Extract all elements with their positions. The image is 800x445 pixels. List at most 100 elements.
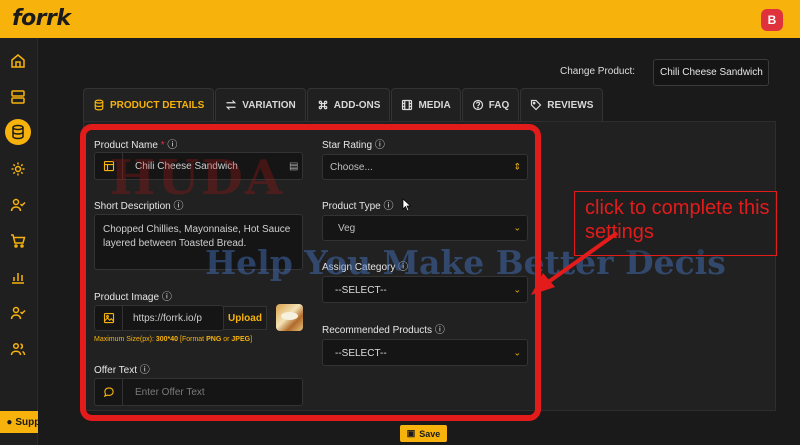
hint-text: [Format xyxy=(180,336,205,343)
label-text: Short Description xyxy=(94,201,171,212)
save-button[interactable]: ▣ Save xyxy=(400,425,447,442)
help-icon: ⓘ xyxy=(167,140,178,151)
assign-category-value: --SELECT-- xyxy=(335,285,387,296)
users-icon xyxy=(10,342,26,356)
product-image-url-value: https://forrk.io/p xyxy=(133,313,202,324)
user-avatar[interactable]: B xyxy=(761,9,783,31)
product-type-value: Veg xyxy=(338,223,356,234)
tab-label: VARIATION xyxy=(242,99,296,111)
hint-text: or xyxy=(223,336,230,343)
tab-add-ons[interactable]: ADD-ONS xyxy=(306,88,391,121)
tab-product-details[interactable]: PRODUCT DETAILS xyxy=(83,88,215,121)
offer-text-input[interactable]: Enter Offer Text xyxy=(94,378,303,406)
user-check-icon xyxy=(10,198,26,212)
help-icon: ⓘ xyxy=(434,325,445,336)
sidebar-item-users[interactable] xyxy=(5,336,31,362)
hint-format: PNG xyxy=(206,336,222,343)
sidebar-item-settings[interactable] xyxy=(5,156,31,182)
help-icon: ⓘ xyxy=(383,201,394,212)
tab-media[interactable]: MEDIA xyxy=(391,88,461,121)
assign-category-label: Assign Category ⓘ xyxy=(322,258,408,273)
mouse-cursor-icon xyxy=(402,198,412,212)
sidebar xyxy=(0,38,38,445)
hint-size: 300*40 xyxy=(155,336,179,343)
image-size-hint: Maximum Size(px): 300*40 [Format PNG or … xyxy=(94,336,252,343)
label-text: Product Image xyxy=(94,292,160,303)
help-icon: ⓘ xyxy=(161,292,172,303)
product-name-value: Chili Cheese Sandwich xyxy=(135,161,238,172)
bar-chart-icon xyxy=(12,273,24,284)
thumbnail-detail xyxy=(281,312,298,320)
sidebar-item-reports[interactable] xyxy=(5,264,31,290)
recommended-products-value: --SELECT-- xyxy=(335,348,387,359)
sidebar-item-cart[interactable] xyxy=(5,228,31,254)
hint-text: ] xyxy=(250,336,253,343)
label-text: Star Rating xyxy=(322,140,373,151)
offer-text-placeholder: Enter Offer Text xyxy=(135,387,205,398)
sidebar-item-server[interactable] xyxy=(5,84,31,110)
question-icon xyxy=(472,99,483,111)
recommended-products-select[interactable]: --SELECT-- ⌄ xyxy=(322,339,528,366)
gear-icon xyxy=(11,162,25,176)
label-text: Recommended Products xyxy=(322,325,433,336)
layout-icon xyxy=(103,160,114,172)
label-text: Product Name xyxy=(94,140,158,151)
label-text: Offer Text xyxy=(94,365,137,376)
product-image-url-field[interactable]: https://forrk.io/p xyxy=(94,305,224,331)
change-product-value: Chili Cheese Sandwich xyxy=(660,67,763,78)
help-icon: ⓘ xyxy=(139,365,150,376)
cart-icon xyxy=(11,234,26,248)
upload-button[interactable]: Upload xyxy=(223,306,267,330)
tab-label: FAQ xyxy=(488,99,510,111)
tab-label: MEDIA xyxy=(418,99,451,111)
star-rating-label: Star Rating ⓘ xyxy=(322,136,385,151)
top-bar: forrk B xyxy=(0,0,800,38)
star-rating-select[interactable]: Choose... ⇕ xyxy=(322,154,528,180)
offer-text-label: Offer Text ⓘ xyxy=(94,361,150,376)
change-product-select[interactable]: Chili Cheese Sandwich xyxy=(653,59,769,86)
sidebar-item-database[interactable] xyxy=(5,119,31,145)
help-icon: ⓘ xyxy=(398,262,409,273)
product-name-label: Product Name * ⓘ xyxy=(94,136,177,151)
tag-icon xyxy=(531,99,542,111)
swap-icon xyxy=(226,100,237,110)
annotation-callout: click to complete this settings xyxy=(574,191,777,256)
hint-text: Maximum Size(px): xyxy=(94,336,154,343)
product-image-label: Product Image ⓘ xyxy=(94,288,172,303)
image-icon xyxy=(103,312,114,324)
change-product-label: Change Product: xyxy=(560,66,636,77)
user-check-icon xyxy=(10,306,26,320)
product-name-field[interactable]: Chili Cheese Sandwich ▤ xyxy=(94,152,303,180)
sidebar-item-user-check[interactable] xyxy=(5,192,31,218)
tab-label: PRODUCT DETAILS xyxy=(110,99,205,111)
database-icon xyxy=(94,99,104,111)
assign-category-select[interactable]: --SELECT-- ⌄ xyxy=(322,276,528,303)
sidebar-item-user-check-2[interactable] xyxy=(5,300,31,326)
tab-label: REVIEWS xyxy=(547,99,594,111)
home-icon xyxy=(11,54,25,68)
app-logo[interactable]: forrk xyxy=(12,6,71,31)
chevron-down-icon: ⌄ xyxy=(513,347,521,357)
help-icon: ⓘ xyxy=(173,201,184,212)
short-description-textarea[interactable]: Chopped Chillies, Mayonnaise, Hot Sauce … xyxy=(94,214,303,270)
product-image-thumbnail[interactable] xyxy=(276,304,303,331)
product-name-addon xyxy=(95,153,123,179)
short-description-label: Short Description ⓘ xyxy=(94,197,183,212)
product-type-select[interactable]: Veg ⌄ xyxy=(322,215,528,241)
sidebar-item-home[interactable] xyxy=(5,48,31,74)
tab-variation[interactable]: VARIATION xyxy=(215,88,306,121)
image-addon xyxy=(95,306,123,330)
chat-bubble-icon xyxy=(103,387,114,398)
label-text: Assign Category xyxy=(322,262,396,273)
recommended-products-label: Recommended Products ⓘ xyxy=(322,321,445,336)
label-text: Product Type xyxy=(322,201,381,212)
tab-label: ADD-ONS xyxy=(333,99,381,111)
product-type-label: Product Type ⓘ xyxy=(322,197,394,212)
film-icon xyxy=(402,99,413,111)
tab-reviews[interactable]: REVIEWS xyxy=(520,88,604,121)
command-icon xyxy=(318,100,328,110)
tab-faq[interactable]: FAQ xyxy=(461,88,520,121)
sort-icon: ⇕ xyxy=(513,161,521,172)
product-tabs: PRODUCT DETAILS VARIATION ADD-ONS MEDIA … xyxy=(83,88,604,121)
offer-text-addon xyxy=(95,379,123,405)
